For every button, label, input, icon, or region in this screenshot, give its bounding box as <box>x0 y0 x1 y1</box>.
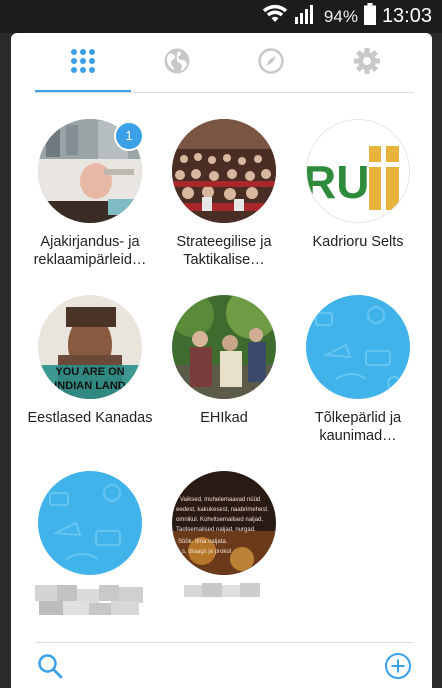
group-avatar <box>172 119 276 223</box>
battery-percent: 94% <box>323 6 358 26</box>
svg-text:YOU ARE ON: YOU ARE ON <box>55 366 124 378</box>
svg-text:s, draags ja prokol: s, draags ja prokol <box>182 549 231 555</box>
group-avatar <box>38 471 142 575</box>
group-tile-tolkeparlid[interactable]: Tõlkepärlid ja kaunimad… <box>295 295 421 445</box>
svg-text:INDIAN LAND: INDIAN LAND <box>54 380 126 392</box>
search-button[interactable] <box>35 653 65 683</box>
gear-icon <box>353 47 381 80</box>
group-tile-eestlased[interactable]: YOU ARE ON INDIAN LAND Eestlased Kanadas <box>27 295 153 427</box>
svg-text:omnikul. Kohvitsemalised nalja: omnikul. Kohvitsemalised naljad, <box>176 517 263 523</box>
wifi-icon <box>262 4 288 29</box>
group-avatar <box>306 295 410 399</box>
battery-icon <box>363 3 376 30</box>
svg-text:eedest, kakukesest, naabrimehe: eedest, kakukesest, naabrimehest. <box>176 507 269 513</box>
group-avatar <box>172 295 276 399</box>
group-tile-7[interactable] <box>27 471 153 619</box>
clock: 13:03 <box>381 5 432 27</box>
group-name: Tõlkepärlid ja kaunimad… <box>314 410 402 444</box>
kadrioru-logo-text: RU <box>307 156 369 208</box>
group-name: Kadrioru Selts <box>312 234 404 250</box>
tab-globe[interactable] <box>157 45 197 81</box>
search-icon <box>37 653 63 684</box>
groups-panel: 1 Ajakirjandus- ja reklaamipärleid… Stra… <box>11 33 432 688</box>
pixelated-name-redaction <box>35 585 145 619</box>
svg-text:Söök. Ilma naljata.: Söök. Ilma naljata. <box>178 539 228 545</box>
group-name: EHIkad <box>200 410 248 426</box>
group-tile-ajakirjandus[interactable]: 1 Ajakirjandus- ja reklaamipärleid… <box>27 119 153 269</box>
group-tile-kadrioru[interactable]: RU Kadrioru Selts <box>295 119 421 251</box>
compass-icon <box>257 47 285 80</box>
group-tile-ehikad[interactable]: EHIkad <box>161 295 287 427</box>
group-tile-8[interactable]: Vaiksed, muhelemaavad nüüd eedest, kakuk… <box>161 471 287 603</box>
tab-groups-grid[interactable] <box>63 45 103 81</box>
signal-icon <box>294 4 318 29</box>
group-name: Eestlased Kanadas <box>27 410 153 426</box>
globe-icon <box>163 47 191 80</box>
tab-bar <box>11 33 432 93</box>
group-avatar: YOU ARE ON INDIAN LAND <box>38 295 142 399</box>
unread-badge: 1 <box>114 121 144 151</box>
pixelated-name-redaction <box>184 583 264 603</box>
group-tile-strateegilise[interactable]: Strateegilise ja Taktikalise… <box>161 119 287 269</box>
svg-text:Taotsemalised naljad, nurgad.: Taotsemalised naljad, nurgad. <box>176 527 256 533</box>
tab-settings[interactable] <box>347 45 387 81</box>
svg-text:Vaiksed, muhelemaavad nüüd: Vaiksed, muhelemaavad nüüd <box>180 497 260 503</box>
tab-explore[interactable] <box>251 45 291 81</box>
group-avatar: RU <box>306 119 410 223</box>
group-name: Ajakirjandus- ja reklaamipärleid… <box>33 234 147 268</box>
bottom-bar <box>11 643 432 688</box>
add-circle-icon <box>384 652 412 685</box>
status-bar: 94% 13:03 <box>0 0 442 33</box>
grid-icon <box>70 48 96 79</box>
tab-divider <box>35 92 414 93</box>
group-name: Strateegilise ja Taktikalise… <box>176 234 272 268</box>
add-group-button[interactable] <box>383 652 413 685</box>
group-avatar: Vaiksed, muhelemaavad nüüd eedest, kakuk… <box>172 471 276 575</box>
